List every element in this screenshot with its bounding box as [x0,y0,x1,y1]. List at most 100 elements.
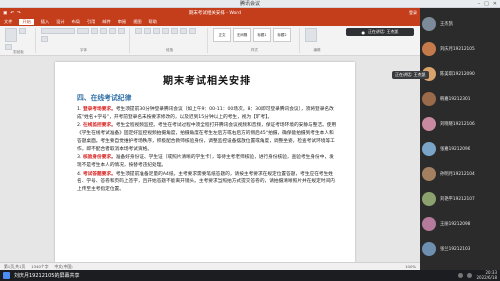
cut-icon[interactable] [19,28,26,34]
mic-icon: ● [361,29,365,35]
avatar [422,192,436,206]
avatar [422,167,436,181]
participant-tile[interactable]: 王丽19212098 [422,213,498,235]
group-label: 剪贴板 [13,50,24,54]
paragraph: 2. 在线监控要求。考生全程视频监控。考生在考试过程中须全程打开腾讯会议视频和音… [77,123,337,152]
tab-file[interactable]: 文件 [4,19,12,25]
numbering-icon[interactable] [144,28,151,34]
participant-name: 刘晓晓19212106 [440,122,475,127]
highlight-icon[interactable] [41,36,48,42]
avatar [422,17,436,31]
paste-icon[interactable] [5,28,17,42]
avatar [422,242,436,256]
tab-layout[interactable]: 布局 [72,19,80,25]
group-styles: 正文 无间隔 标题1 标题2 样式 [210,28,300,53]
align-center-icon[interactable] [171,28,178,34]
avatar [422,142,436,156]
share-screen-icon[interactable] [3,272,10,279]
bold-icon[interactable] [91,28,98,34]
participant-name: 陈美琪19212090 [440,72,475,77]
meeting-window: 腾讯会议 – □ ✕ ▣ ↶ ↷ 期末考试相关安排 - Word 登录 文件 开… [0,0,500,281]
participant-tile[interactable]: 刘艳平19212107 [422,188,498,210]
tab-help[interactable]: 帮助 [149,19,157,25]
tab-design[interactable]: 设计 [56,19,64,25]
avatar [422,92,436,106]
participant-tile[interactable]: 王杰凯 [422,13,498,35]
participant-name: 刘庆月19212105 [440,47,475,52]
network-icon [458,273,464,278]
align-right-icon[interactable] [180,28,187,34]
document-page[interactable]: 期末考试相关安排 四、在线考试纪律 1. 登录考场要求。考生须提前30分钟登录腾… [55,62,355,262]
italic-icon[interactable] [100,28,107,34]
group-label: 样式 [251,48,258,52]
speaking-indicator: 正在讲话: 王杰凯 [392,71,429,79]
font-family-select[interactable] [41,28,75,34]
participant-name: 王杰凯 [440,22,453,27]
style-heading-2[interactable]: 标题2 [273,28,291,42]
underline-icon[interactable] [109,28,116,34]
group-font: 字体 [38,28,130,53]
bullets-icon[interactable] [135,28,142,34]
style-normal[interactable]: 正文 [213,28,231,42]
paragraph: 3. 核验身份要求。准备好身份证、学生证（或照片清晰的学生卡），等待主考老师核验… [77,155,334,168]
speaker-label: 正在讲话: 王杰凯 [367,29,399,34]
participant-tile[interactable]: 韩嘉19212301 [422,88,498,110]
meeting-status-bar: 刘庆月19212105的屏幕共享 20:33 2022/6/18 [0,270,500,281]
participant-name: 张嘉19212096 [440,147,471,152]
share-status: 刘庆月19212105的屏幕共享 [14,273,80,279]
align-left-icon[interactable] [162,28,169,34]
group-label: 段落 [166,48,173,52]
participant-tile[interactable]: 张兰19212103 [422,238,498,260]
style-no-spacing[interactable]: 无间隔 [233,28,251,42]
ribbon-tabs: 文件 开始 插入 设计 布局 引用 邮件 审阅 视图 帮助 [0,18,420,26]
document-area: 期末考试相关安排 四、在线考试纪律 1. 登录考场要求。考生须提前30分钟登录腾… [0,56,420,262]
paragraph: 1. 登录考场要求。考生须提前30分钟登录腾讯会议（如上午9：00-11：00场… [77,107,334,120]
tab-view[interactable]: 视图 [133,19,141,25]
tab-home[interactable]: 开始 [19,19,34,25]
volume-icon[interactable] [467,273,473,278]
participant-name: 王丽19212098 [440,222,471,227]
participant-name: 张兰19212103 [440,247,471,252]
find-icon[interactable] [305,28,317,42]
close-icon[interactable]: ✕ [493,1,497,7]
zoom-level[interactable]: 100% [405,264,416,269]
participant-tile[interactable]: 刘晓晓19212106 [422,113,498,135]
maximize-icon[interactable]: □ [484,1,489,7]
font-size-select[interactable] [77,28,89,34]
line-spacing-icon[interactable] [189,28,196,34]
tab-references[interactable]: 引用 [87,19,95,25]
group-paragraph: 段落 [132,28,208,53]
participant-name: 刘艳平19212107 [440,197,475,202]
undo-icon[interactable]: ↶ [10,11,14,16]
indent-icon[interactable] [153,28,160,34]
group-editing: 编辑 [302,28,332,53]
tab-mailings[interactable]: 邮件 [102,19,110,25]
floating-speaker-bar[interactable]: ● 正在讲话: 王杰凯 [346,28,414,36]
tab-review[interactable]: 审阅 [118,19,126,25]
page-count: 第1页,共1页 [4,263,26,269]
shared-screen: ▣ ↶ ↷ 期末考试相关安排 - Word 登录 文件 开始 插入 设计 布局 … [0,8,420,270]
group-label: 字体 [80,48,87,52]
style-heading-1[interactable]: 标题1 [253,28,271,42]
group-clipboard: 剪贴板 [2,28,36,54]
participant-tile[interactable]: 刘庆月19212105 [422,38,498,60]
word-count: 1340个字 [31,263,49,269]
avatar [422,42,436,56]
document-title: 期末考试相关安排 [163,76,251,87]
document-name: 期末考试相关安排 - Word [188,11,241,16]
save-icon[interactable]: ▣ [3,11,7,16]
word-status-bar: 第1页,共1页 1340个字 中文(中国) 100% [0,262,420,270]
group-label: 编辑 [313,48,321,52]
quick-access: ▣ ↶ ↷ [3,11,21,16]
minimize-icon[interactable]: – [478,1,481,7]
participant-tile[interactable]: 陈美琪19212090 [422,63,498,85]
signin-link[interactable]: 登录 [409,10,417,16]
clock: 20:33 2022/6/18 [476,270,497,280]
redo-icon[interactable]: ↷ [17,11,21,16]
participant-tile[interactable]: 孙明月19212104 [422,163,498,185]
participant-tile[interactable]: 张嘉19212096 [422,138,498,160]
window-controls: – □ ✕ [478,1,497,7]
tab-insert[interactable]: 插入 [41,19,49,25]
font-color-icon[interactable] [118,28,125,34]
participants-panel: 王杰凯 刘庆月19212105 陈美琪19212090 韩嘉19212301 刘… [420,8,500,270]
